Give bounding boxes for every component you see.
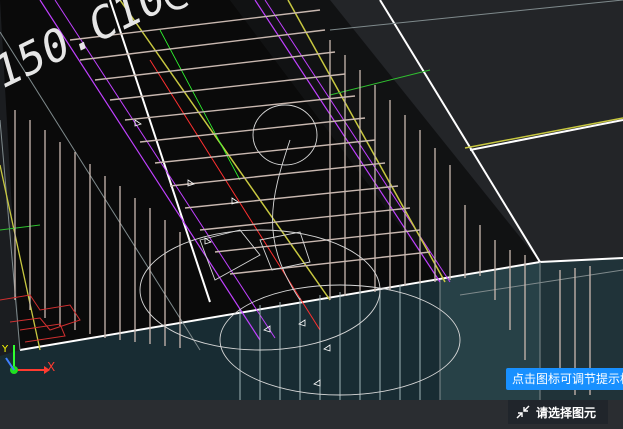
select-element-prompt[interactable]: 请选择图元 — [508, 400, 608, 424]
y-axis-label: Y — [2, 344, 9, 355]
3d-model-viewport[interactable]: 150.C10@150 X Y 点击图标可调节提示框 请选择图元 — [0, 0, 623, 429]
compress-arrows-icon[interactable] — [516, 405, 530, 419]
x-axis-label: X — [47, 360, 56, 374]
hint-tooltip[interactable]: 点击图标可调节提示框 — [506, 368, 623, 390]
rebar-3d-scene[interactable]: 150.C10@150 — [0, 0, 623, 429]
select-prompt-text: 请选择图元 — [536, 405, 597, 420]
